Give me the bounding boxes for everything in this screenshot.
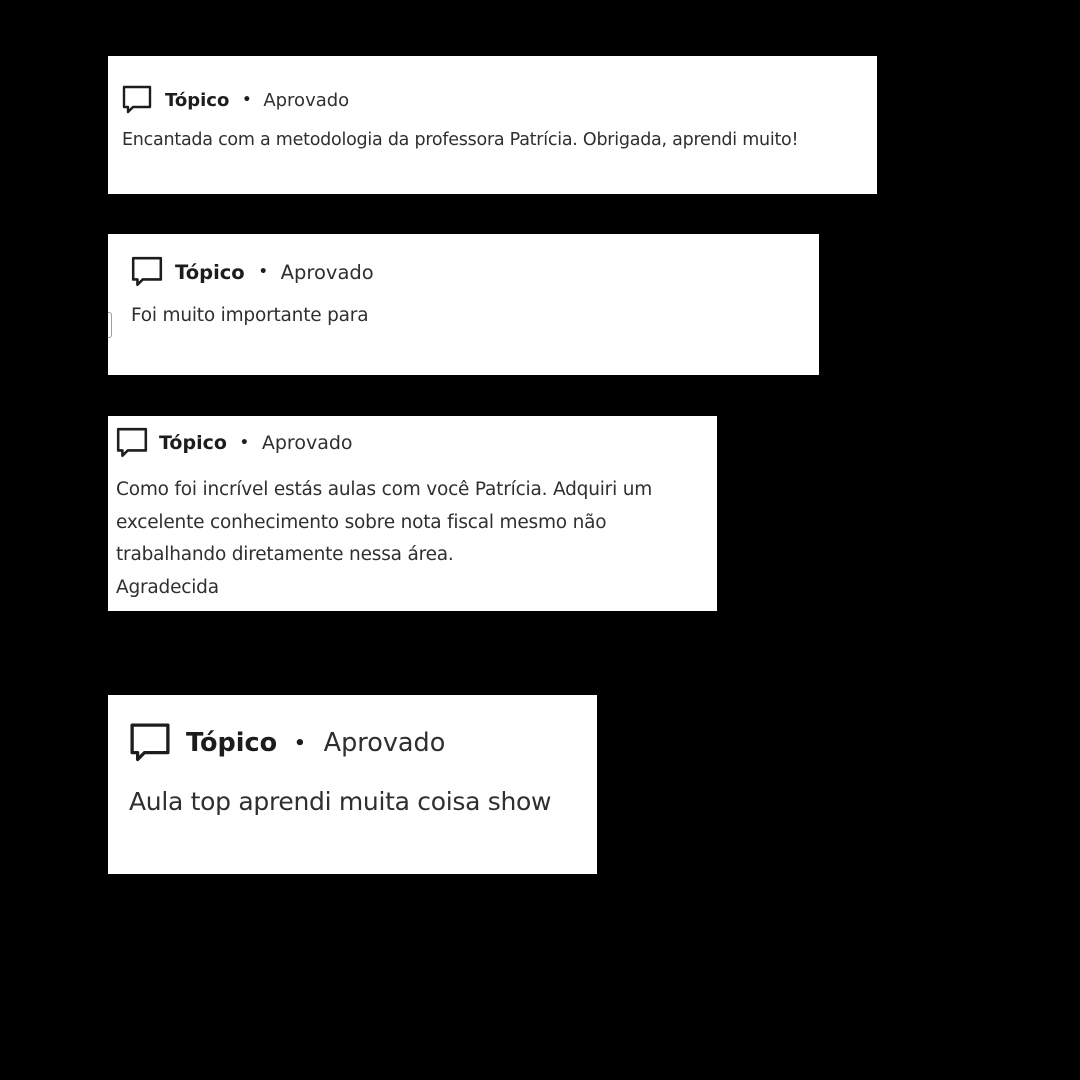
speech-bubble-icon (130, 255, 164, 289)
status-label: Aprovado (280, 260, 374, 284)
body-line: Encantada com a metodologia da professor… (122, 130, 799, 150)
topic-title: Tópico (175, 260, 245, 284)
topic-header: Tópico • Aprovado (121, 84, 349, 116)
topic-body: Encantada com a metodologia da professor… (122, 130, 799, 150)
status-label: Aprovado (261, 432, 353, 454)
speech-bubble-icon (115, 426, 149, 460)
body-line: Foi muito importante para (131, 305, 369, 326)
topic-card: Tópico • Aprovado Encantada com a metodo… (108, 56, 877, 194)
separator-dot: • (294, 732, 306, 754)
topic-body: Foi muito importante para (131, 305, 369, 326)
topic-header: Tópico • Aprovado (128, 721, 445, 765)
topic-body: Como foi incrível estás aulas com você P… (116, 474, 652, 604)
body-line: Aula top aprendi muita coisa show (129, 787, 552, 816)
topic-title: Tópico (165, 89, 230, 111)
body-line: Agradecida (116, 576, 219, 598)
status-label: Aprovado (263, 89, 350, 111)
edge-handle (108, 312, 112, 338)
status-label: Aprovado (323, 728, 446, 758)
body-line: trabalhando diretamente nessa área. (116, 544, 454, 565)
speech-bubble-icon (121, 84, 153, 116)
separator-dot: • (242, 92, 252, 108)
speech-bubble-icon (128, 721, 172, 765)
topic-card: Tópico • Aprovado Como foi incrível está… (108, 416, 717, 611)
body-line: excelente conhecimento sobre nota fiscal… (116, 511, 607, 533)
topic-title: Tópico (186, 728, 278, 758)
body-line: Como foi incrível estás aulas com você P… (116, 479, 653, 500)
topic-card: Tópico • Aprovado Aula top aprendi muita… (108, 695, 597, 874)
topic-header: Tópico • Aprovado (115, 426, 353, 460)
topic-card: Tópico • Aprovado Foi muito importante p… (108, 234, 819, 375)
topic-title: Tópico (159, 432, 227, 454)
topic-body: Aula top aprendi muita coisa show (129, 787, 551, 816)
separator-dot: • (258, 264, 268, 280)
separator-dot: • (239, 435, 249, 451)
topic-header: Tópico • Aprovado (130, 255, 374, 289)
